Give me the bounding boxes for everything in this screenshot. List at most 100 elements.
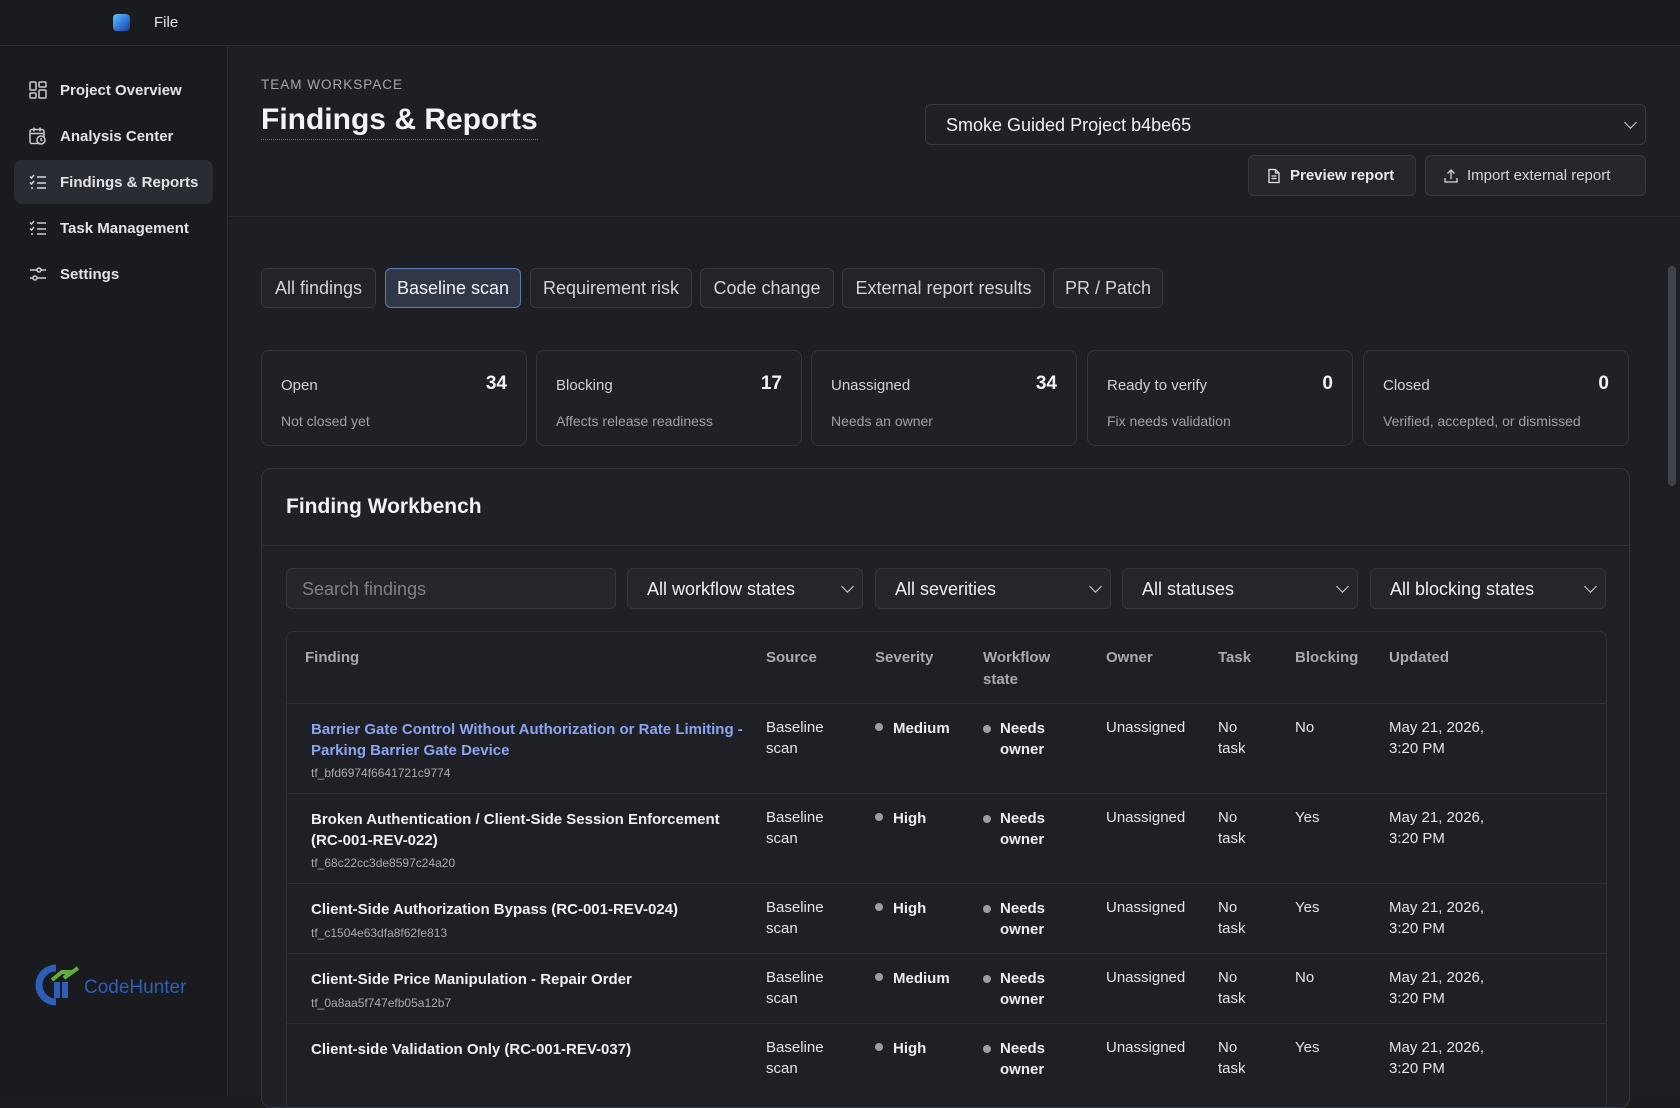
vertical-scrollbar[interactable] bbox=[1668, 266, 1676, 486]
finding-updated: May 21, 2026, 3:20 PM bbox=[1389, 969, 1485, 1007]
finding-title-link[interactable]: Broken Authentication / Client-Side Sess… bbox=[311, 809, 751, 851]
stat-card-open[interactable]: Open 34 Not closed yet bbox=[261, 350, 527, 446]
document-icon bbox=[1268, 168, 1280, 183]
chevron-down-icon bbox=[1336, 579, 1349, 593]
finding-title-link[interactable]: Client-Side Price Manipulation - Repair … bbox=[311, 969, 751, 990]
sidebar-item-analysis-center[interactable]: Analysis Center bbox=[14, 114, 213, 158]
stat-label: Open bbox=[281, 377, 318, 394]
severity-dot-icon bbox=[875, 903, 883, 911]
stat-label: Closed bbox=[1383, 377, 1430, 394]
search-input[interactable]: Search findings bbox=[286, 568, 616, 609]
findings-table: Finding Source Severity Workflow state O… bbox=[286, 631, 1607, 1107]
column-header-blocking[interactable]: Blocking bbox=[1295, 647, 1358, 669]
sidebar-item-settings[interactable]: Settings bbox=[14, 252, 213, 296]
stat-description: Affects release readiness bbox=[556, 413, 713, 429]
blocking-state-filter[interactable]: All blocking states bbox=[1370, 568, 1606, 609]
preview-report-button[interactable]: Preview report bbox=[1248, 155, 1416, 196]
finding-updated: May 21, 2026, 3:20 PM bbox=[1389, 1039, 1485, 1077]
import-external-report-label: Import external report bbox=[1467, 167, 1611, 184]
finding-source: Baseline scan bbox=[766, 1039, 824, 1077]
divider bbox=[262, 545, 1629, 546]
finding-title-link[interactable]: Client-Side Authorization Bypass (RC-001… bbox=[311, 899, 751, 920]
finding-source: Baseline scan bbox=[766, 809, 824, 847]
stat-card-blocking[interactable]: Blocking 17 Affects release readiness bbox=[536, 350, 802, 446]
tab-pr-patch[interactable]: PR / Patch bbox=[1053, 268, 1163, 308]
finding-updated: May 21, 2026, 3:20 PM bbox=[1389, 719, 1485, 757]
stat-value: 34 bbox=[485, 373, 507, 394]
stat-value: 0 bbox=[1598, 373, 1609, 394]
chevron-down-icon bbox=[841, 579, 854, 593]
sidebar-item-task-management[interactable]: Task Management bbox=[14, 206, 213, 250]
project-select[interactable]: Smoke Guided Project b4be65 bbox=[925, 104, 1646, 145]
severity-filter[interactable]: All severities bbox=[875, 568, 1111, 609]
finding-owner: Unassigned bbox=[1106, 719, 1186, 736]
workflow-state-badge: Needs owner bbox=[983, 968, 1083, 1010]
column-header-workflow-state[interactable]: Workflow state bbox=[983, 647, 1073, 691]
finding-workbench: Finding Workbench Search findings All wo… bbox=[261, 468, 1630, 1108]
workflow-state-badge: Needs owner bbox=[983, 1038, 1083, 1080]
column-header-source[interactable]: Source bbox=[766, 647, 817, 669]
page-header: TEAM WORKSPACE Findings & Reports Smoke … bbox=[229, 46, 1680, 217]
sidebar-item-label: Settings bbox=[60, 265, 120, 283]
column-header-owner[interactable]: Owner bbox=[1106, 647, 1153, 669]
checklist-icon bbox=[29, 174, 46, 189]
chevron-down-icon bbox=[1089, 579, 1102, 593]
finding-blocking: Yes bbox=[1295, 899, 1320, 916]
page-title: Findings & Reports bbox=[261, 103, 538, 140]
stat-label: Blocking bbox=[556, 377, 613, 394]
finding-title-link[interactable]: Client-side Validation Only (RC-001-REV-… bbox=[311, 1039, 751, 1060]
sidebar-item-findings-reports[interactable]: Findings & Reports bbox=[14, 160, 213, 204]
table-row[interactable]: Broken Authentication / Client-Side Sess… bbox=[287, 794, 1606, 884]
severity-label: High bbox=[893, 810, 927, 827]
finding-title-link[interactable]: Barrier Gate Control Without Authorizati… bbox=[311, 719, 751, 761]
stat-value: 17 bbox=[760, 373, 782, 394]
finding-blocking: No bbox=[1295, 719, 1315, 736]
filter-value: All statuses bbox=[1142, 579, 1235, 599]
finding-task: No task bbox=[1218, 809, 1246, 847]
import-external-report-button[interactable]: Import external report bbox=[1425, 155, 1646, 196]
stat-card-ready-to-verify[interactable]: Ready to verify 0 Fix needs validation bbox=[1087, 350, 1353, 446]
stat-description: Fix needs validation bbox=[1107, 413, 1231, 429]
tab-code-change[interactable]: Code change bbox=[700, 268, 834, 308]
tab-external-report-results[interactable]: External report results bbox=[842, 268, 1045, 308]
workflow-label: Needs owner bbox=[1000, 970, 1046, 1008]
stat-label: Ready to verify bbox=[1107, 377, 1208, 394]
severity-badge: High bbox=[875, 898, 926, 919]
table-row[interactable]: Client-side Validation Only (RC-001-REV-… bbox=[287, 1024, 1606, 1107]
severity-label: High bbox=[893, 900, 927, 917]
stat-label: Unassigned bbox=[831, 377, 911, 394]
finding-task: No task bbox=[1218, 899, 1246, 937]
finding-owner: Unassigned bbox=[1106, 1039, 1186, 1056]
menu-file[interactable]: File bbox=[154, 14, 178, 31]
app-icon bbox=[113, 14, 130, 31]
tab-requirement-risk[interactable]: Requirement risk bbox=[530, 268, 692, 308]
table-row[interactable]: Barrier Gate Control Without Authorizati… bbox=[287, 704, 1606, 794]
main-content: TEAM WORKSPACE Findings & Reports Smoke … bbox=[229, 46, 1680, 1108]
tab-all-findings[interactable]: All findings bbox=[261, 268, 376, 308]
project-select-value: Smoke Guided Project b4be65 bbox=[946, 115, 1192, 135]
filter-value: All blocking states bbox=[1390, 579, 1535, 599]
workflow-state-filter[interactable]: All workflow states bbox=[627, 568, 863, 609]
severity-badge: Medium bbox=[875, 968, 950, 989]
workflow-label: Needs owner bbox=[1000, 810, 1046, 848]
column-header-finding[interactable]: Finding bbox=[305, 647, 359, 669]
title-bar: File bbox=[0, 0, 1680, 46]
workflow-label: Needs owner bbox=[1000, 720, 1046, 758]
table-row[interactable]: Client-Side Authorization Bypass (RC-001… bbox=[287, 884, 1606, 954]
stat-value: 0 bbox=[1322, 373, 1333, 394]
finding-updated: May 21, 2026, 3:20 PM bbox=[1389, 809, 1485, 847]
severity-label: Medium bbox=[893, 720, 950, 737]
stat-description: Needs an owner bbox=[831, 413, 933, 429]
column-header-severity[interactable]: Severity bbox=[875, 647, 933, 669]
column-header-task[interactable]: Task bbox=[1218, 647, 1251, 669]
table-row[interactable]: Client-Side Price Manipulation - Repair … bbox=[287, 954, 1606, 1024]
workflow-dot-icon bbox=[983, 975, 991, 983]
sidebar-item-project-overview[interactable]: Project Overview bbox=[14, 68, 213, 112]
status-filter[interactable]: All statuses bbox=[1122, 568, 1358, 609]
tab-baseline-scan[interactable]: Baseline scan bbox=[385, 268, 521, 308]
workflow-dot-icon bbox=[983, 815, 991, 823]
stat-card-unassigned[interactable]: Unassigned 34 Needs an owner bbox=[811, 350, 1077, 446]
column-header-updated[interactable]: Updated bbox=[1389, 647, 1449, 669]
stat-card-closed[interactable]: Closed 0 Verified, accepted, or dismisse… bbox=[1363, 350, 1629, 446]
finding-owner: Unassigned bbox=[1106, 809, 1186, 826]
